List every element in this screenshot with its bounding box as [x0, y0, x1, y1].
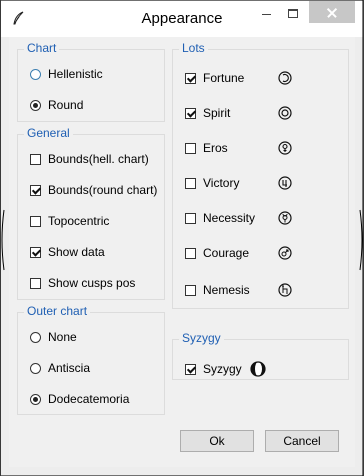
ok-button[interactable]: Ok: [180, 430, 254, 452]
radio-label: Dodecatemoria: [48, 392, 130, 406]
spirit-glyph-icon: [278, 106, 292, 120]
checkbox-syzygy[interactable]: Syzygy: [185, 361, 335, 377]
checkbox-bounds-round[interactable]: Bounds(round chart): [30, 182, 157, 198]
close-button[interactable]: [309, 1, 355, 23]
checkbox[interactable]: [30, 246, 41, 258]
checkbox[interactable]: [185, 284, 196, 296]
checkbox-nemesis[interactable]: Nemesis: [185, 282, 335, 298]
checkbox-fortune[interactable]: Fortune: [185, 70, 335, 86]
checkbox-show-cusps[interactable]: Show cusps pos: [30, 275, 135, 291]
checkbox-label: Necessity: [203, 211, 256, 225]
dialog-body: Chart Hellenistic Round General Bounds(h…: [9, 37, 355, 467]
chart-group-legend: Chart: [24, 41, 60, 55]
checkbox-bounds-hell[interactable]: Bounds(hell. chart): [30, 151, 149, 167]
fortune-glyph-icon: [278, 71, 292, 85]
maximize-button[interactable]: [279, 1, 307, 23]
outer-chart-group-legend: Outer chart: [24, 304, 91, 318]
checkbox-label: Bounds(hell. chart): [48, 152, 149, 166]
checkbox-eros[interactable]: Eros: [185, 140, 335, 156]
radio-hellenistic[interactable]: Hellenistic: [30, 66, 103, 82]
radio-button[interactable]: [30, 99, 41, 111]
checkbox-label: Nemesis: [203, 283, 250, 297]
syzygy-moon-icon: [250, 361, 266, 377]
outer-chart-group: Outer chart None Antiscia Dodecatemoria: [17, 304, 165, 415]
checkbox-label: Courage: [203, 246, 250, 260]
checkbox[interactable]: [185, 107, 196, 119]
lots-group-legend: Lots: [179, 41, 208, 55]
checkbox-label: Syzygy: [203, 362, 242, 376]
appearance-dialog: Appearance Chart Hellenistic Round Gener…: [0, 0, 364, 476]
checkbox[interactable]: [30, 215, 41, 227]
general-group: General Bounds(hell. chart) Bounds(round…: [17, 126, 165, 300]
checkbox[interactable]: [30, 153, 41, 165]
radio-button[interactable]: [30, 393, 41, 405]
checkbox-label: Topocentric: [48, 214, 110, 228]
radio-label: None: [48, 330, 77, 344]
radio-label: Antiscia: [48, 361, 91, 375]
radio-button[interactable]: [30, 68, 41, 80]
checkbox-label: Bounds(round chart): [48, 183, 158, 197]
checkbox-necessity[interactable]: Necessity: [185, 210, 335, 226]
checkbox-label: Show data: [48, 245, 105, 259]
general-group-legend: General: [24, 126, 73, 140]
checkbox[interactable]: [185, 72, 196, 84]
checkbox[interactable]: [185, 142, 196, 154]
victory-glyph-icon: [278, 176, 292, 190]
radio-label: Hellenistic: [48, 67, 103, 81]
checkbox[interactable]: [185, 247, 196, 259]
radio-button[interactable]: [30, 362, 41, 374]
radio-button[interactable]: [30, 331, 41, 343]
checkbox-label: Fortune: [203, 71, 245, 85]
checkbox[interactable]: [185, 363, 196, 375]
syzygy-group: Syzygy Syzygy: [172, 331, 349, 380]
checkbox[interactable]: [185, 177, 196, 189]
checkbox-label: Show cusps pos: [48, 276, 136, 290]
courage-glyph-icon: [278, 246, 292, 260]
lots-group: Lots Fortune Spirit Eros Victory Necessi…: [172, 41, 349, 309]
syzygy-group-legend: Syzygy: [179, 331, 224, 345]
checkbox-courage[interactable]: Courage: [185, 245, 335, 261]
eros-glyph-icon: [278, 141, 292, 155]
radio-none[interactable]: None: [30, 329, 77, 345]
cancel-button[interactable]: Cancel: [265, 430, 339, 452]
checkbox[interactable]: [30, 184, 41, 196]
checkbox-spirit[interactable]: Spirit: [185, 105, 335, 121]
radio-dodecatemoria[interactable]: Dodecatemoria: [30, 391, 129, 407]
radio-antiscia[interactable]: Antiscia: [30, 360, 90, 376]
necessity-glyph-icon: [278, 211, 292, 225]
checkbox-topocentric[interactable]: Topocentric: [30, 213, 109, 229]
nemesis-glyph-icon: [278, 283, 292, 297]
chart-group: Chart Hellenistic Round: [17, 41, 165, 122]
checkbox-label: Spirit: [203, 106, 231, 120]
minimize-button[interactable]: [253, 1, 279, 23]
checkbox[interactable]: [30, 277, 41, 289]
checkbox-show-data[interactable]: Show data: [30, 244, 105, 260]
checkbox-label: Eros: [203, 141, 228, 155]
radio-label: Round: [48, 98, 84, 112]
radio-round[interactable]: Round: [30, 97, 83, 113]
checkbox-victory[interactable]: Victory: [185, 175, 335, 191]
checkbox-label: Victory: [203, 176, 240, 190]
checkbox[interactable]: [185, 212, 196, 224]
title-bar[interactable]: Appearance: [1, 1, 363, 37]
